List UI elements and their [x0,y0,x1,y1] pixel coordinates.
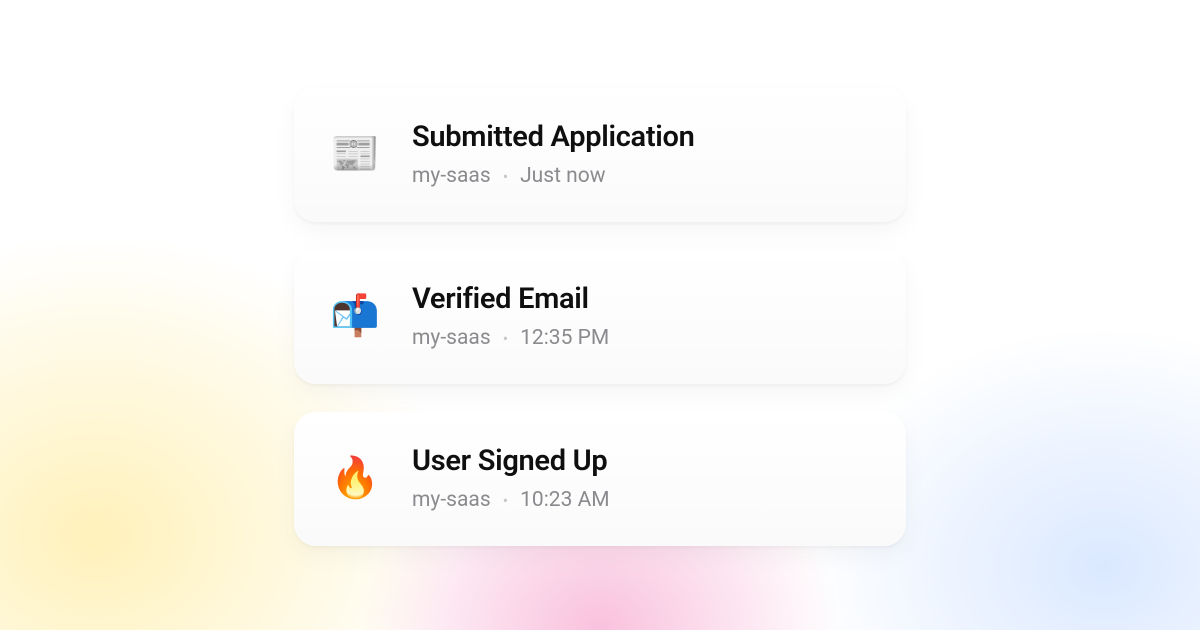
notification-time: 12:35 PM [520,326,609,350]
newspaper-icon: 📰 [330,129,380,179]
separator-dot: • [503,329,508,348]
notification-title: Verified Email [412,282,609,316]
mailbox-icon: 📬 [330,291,380,341]
notification-content: User Signed Up my-saas • 10:23 AM [412,444,610,512]
notification-card[interactable]: 🔥 User Signed Up my-saas • 10:23 AM [294,412,906,546]
notification-time: 10:23 AM [520,488,610,512]
separator-dot: • [503,491,508,510]
notification-source: my-saas [412,164,491,188]
notification-feed: 📰 Submitted Application my-saas • Just n… [294,88,906,630]
notification-content: Verified Email my-saas • 12:35 PM [412,282,609,350]
notification-title: User Signed Up [412,444,610,478]
notification-meta: my-saas • Just now [412,164,695,188]
notification-content: Submitted Application my-saas • Just now [412,120,695,188]
fire-icon: 🔥 [330,453,380,503]
notification-source: my-saas [412,326,491,350]
notification-title: Submitted Application [412,120,695,154]
notification-source: my-saas [412,488,491,512]
separator-dot: • [503,167,508,186]
notification-meta: my-saas • 12:35 PM [412,326,609,350]
notification-card[interactable]: 📬 Verified Email my-saas • 12:35 PM [294,250,906,384]
notification-card[interactable]: 📰 Submitted Application my-saas • Just n… [294,88,906,222]
notification-time: Just now [520,164,605,188]
notification-meta: my-saas • 10:23 AM [412,488,610,512]
